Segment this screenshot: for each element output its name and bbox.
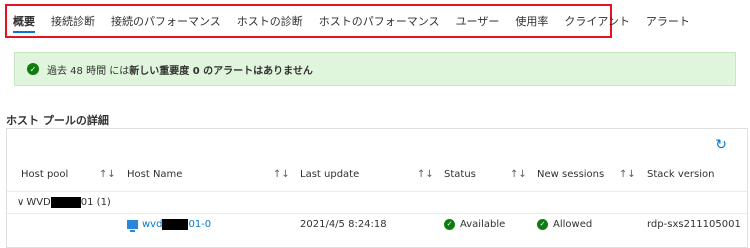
host-name-link-suffix[interactable]: 01-0	[188, 219, 211, 230]
check-circle-icon: ✓	[27, 63, 39, 75]
tab-host-performance[interactable]: ホストのパフォーマンス	[319, 6, 440, 36]
host-name-link-prefix[interactable]: wvd	[142, 219, 162, 230]
tab-connection-diagnostics[interactable]: 接続診断	[51, 6, 95, 36]
column-header-status[interactable]: Status	[444, 169, 476, 180]
section-title: ホスト プールの詳細	[6, 114, 109, 127]
column-header-new-sessions[interactable]: New sessions	[537, 169, 604, 180]
column-header-stack-version[interactable]: Stack version	[647, 169, 715, 180]
sort-icon[interactable]: ↑↓	[510, 169, 527, 180]
group-row[interactable]: ∨ WVD 01 (1)	[7, 191, 747, 214]
new-sessions-text: Allowed	[553, 218, 593, 230]
redacted-block	[162, 218, 189, 230]
table-row[interactable]: wvd 01-0 2021/4/5 8:24:18 ✓ Available ✓ …	[7, 213, 747, 235]
tab-connection-performance[interactable]: 接続のパフォーマンス	[111, 6, 221, 36]
refresh-icon[interactable]: ↻	[715, 137, 727, 153]
last-update-cell: 2021/4/5 8:24:18	[300, 218, 387, 230]
group-toggle[interactable]: ∨ WVD 01 (1)	[17, 196, 111, 208]
group-name-prefix: WVD	[26, 196, 51, 208]
check-circle-icon: ✓	[444, 218, 455, 230]
sort-icon[interactable]: ↑↓	[273, 169, 290, 180]
sort-icon[interactable]: ↑↓	[619, 169, 636, 180]
tab-users[interactable]: ユーザー	[456, 6, 500, 36]
column-header-host-pool[interactable]: Host pool	[21, 169, 68, 180]
group-name-suffix: 01 (1)	[80, 196, 111, 208]
sort-icon[interactable]: ↑↓	[417, 169, 434, 180]
banner-prefix-text: 過去 48 時間 には	[47, 65, 130, 77]
tab-bar: 概要 接続診断 接続のパフォーマンス ホストの診断 ホストのパフォーマンス ユー…	[5, 4, 690, 38]
column-header-host-name[interactable]: Host Name	[127, 169, 182, 180]
sort-icon[interactable]: ↑↓	[99, 169, 116, 180]
grid-header-row: Host pool ↑↓ Host Name ↑↓ Last update ↑↓…	[7, 157, 747, 192]
monitor-icon	[127, 219, 138, 232]
banner-bold-text: 新しい重要度 0 のアラートはありません	[129, 65, 313, 77]
check-circle-icon: ✓	[537, 218, 548, 230]
tab-alerts[interactable]: アラート	[646, 6, 690, 36]
host-name-cell[interactable]: wvd 01-0	[127, 218, 211, 232]
stack-version-cell: rdp-sxs211105001	[647, 218, 741, 230]
redacted-block	[50, 196, 81, 208]
tab-utilization[interactable]: 使用率	[515, 6, 548, 36]
tab-clients[interactable]: クライアント	[564, 6, 630, 36]
chevron-down-icon: ∨	[17, 196, 25, 208]
host-pool-grid: ↻ Host pool ↑↓ Host Name ↑↓ Last update …	[6, 128, 748, 248]
tab-overview[interactable]: 概要	[13, 6, 35, 36]
status-text: Available	[460, 218, 506, 230]
new-sessions-cell: ✓ Allowed	[537, 218, 593, 230]
alert-summary-banner: ✓ 過去 48 時間 には 新しい重要度 0 のアラートはありません	[14, 52, 736, 86]
column-header-last-update[interactable]: Last update	[300, 169, 359, 180]
status-cell: ✓ Available	[444, 218, 506, 230]
tab-host-diagnostics[interactable]: ホストの診断	[237, 6, 303, 36]
